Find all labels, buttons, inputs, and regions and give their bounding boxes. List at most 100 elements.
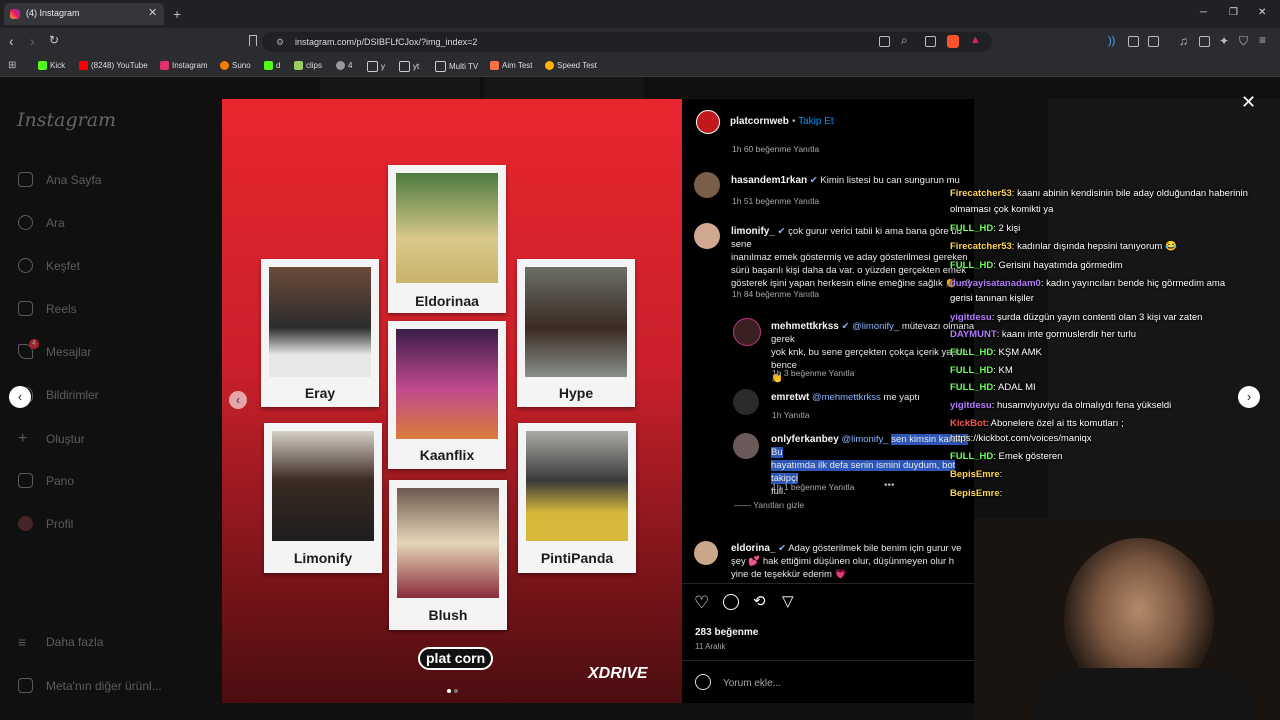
music-icon[interactable]: ♫	[1179, 34, 1188, 48]
author-avatar[interactable]	[696, 110, 720, 134]
person-photo	[397, 488, 499, 598]
gear-icon	[336, 61, 345, 70]
person-photo	[396, 329, 498, 439]
chat-message: Firecatcher53: kaanı abinin kendisinin b…	[950, 188, 1248, 199]
bookmark-kick[interactable]: Kick	[38, 61, 65, 70]
comment-meta: 1h 51 beğenme Yanıtla	[732, 196, 820, 206]
screen-icon[interactable]	[879, 36, 890, 47]
likes-count[interactable]: 283 beğenme	[695, 627, 758, 638]
comment-meta: 1h Yanıtla	[772, 410, 810, 420]
rewards-icon[interactable]: ▲	[970, 34, 981, 46]
zoom-icon[interactable]: ⌕	[901, 33, 908, 48]
follow-button[interactable]: • Takip Et	[792, 116, 834, 127]
reload-icon[interactable]: ↻	[49, 33, 59, 47]
commenter-avatar[interactable]	[733, 389, 759, 415]
xdrive-logo: XDRIVE	[588, 665, 648, 682]
browser-tab-bar	[0, 0, 1280, 28]
bookmark-multitv[interactable]: Multi TV	[435, 61, 478, 72]
caption-meta: 1h 60 beğenme Yanıtla	[732, 144, 820, 154]
chat-message: BepisEmre:	[950, 469, 1003, 480]
bookmark-youtube[interactable]: (8248) YouTube	[79, 61, 148, 70]
comment-item: limonify_ ✔ çok gurur verici tabii ki am…	[731, 226, 971, 289]
chat-message: FULL_HD: Emek gösteren	[950, 451, 1063, 462]
comment-options-icon[interactable]: •••	[884, 480, 895, 491]
share-post-icon[interactable]: ▽	[782, 592, 794, 610]
person-name: Kaanflix	[419, 447, 475, 463]
chat-message: yigitdesu: şurda düzgün yayın contenti o…	[950, 312, 1203, 323]
chat-message: DAYMUNT: kaanı inte gormuslerdir her tur…	[950, 329, 1137, 340]
apps-grid-icon[interactable]: ⊞	[8, 60, 16, 71]
commenter-avatar[interactable]	[694, 223, 720, 249]
wallet-icon[interactable]	[1199, 36, 1210, 47]
author-username[interactable]: platcornweb	[730, 116, 789, 127]
hide-replies-button[interactable]: —— Yanıtları gizle	[734, 500, 804, 510]
folder-icon	[435, 61, 446, 72]
verified-icon: ✔	[809, 175, 818, 186]
bookmark-page-icon[interactable]	[249, 35, 257, 46]
chat-message: yigitdesu: husamviyuviyu da olmalıydı fe…	[950, 400, 1172, 411]
tab-close-icon[interactable]: ✕	[148, 6, 157, 19]
minimize-icon[interactable]: ─	[1200, 7, 1207, 18]
url-text[interactable]: instagram.com/p/DSIBFLfCJox/?img_index=2	[295, 37, 477, 47]
comment-icon[interactable]	[723, 594, 739, 610]
share-icon[interactable]	[925, 36, 936, 47]
new-tab-button[interactable]: +	[173, 6, 181, 22]
bookmark-folder-yt[interactable]: yt	[399, 61, 419, 72]
bookmark-instagram[interactable]: Instagram	[160, 61, 208, 70]
site-info-icon[interactable]: ⚙	[276, 37, 284, 48]
platcorn-logo: plat corn	[418, 647, 494, 670]
polaroid-card: Blush	[389, 480, 507, 630]
commenter-avatar[interactable]	[694, 172, 720, 198]
chat-message: olmaması çok komikti ya	[950, 204, 1054, 215]
bookmark-clips[interactable]: clips	[294, 61, 322, 70]
vpn-icon[interactable]: ⛉	[1239, 34, 1248, 49]
repost-icon[interactable]: ⟲	[753, 592, 766, 610]
chat-message: FULL_HD: Gerisini hayatımda görmedim	[950, 260, 1123, 271]
bookmark-suno[interactable]: Suno	[220, 61, 251, 70]
post-date: 11 Aralık	[695, 642, 726, 651]
previous-post-button[interactable]: ‹	[9, 386, 31, 408]
youtube-icon	[79, 61, 88, 70]
bookmark-speedtest[interactable]: Speed Test	[545, 61, 597, 70]
maximize-icon[interactable]: ❐	[1229, 7, 1238, 18]
aimtest-icon	[490, 61, 499, 70]
person-photo	[396, 173, 498, 283]
comment-input[interactable]: Yorum ekle...	[723, 678, 781, 689]
sidebar-toggle-icon[interactable]	[1148, 36, 1159, 47]
commenter-avatar[interactable]	[694, 541, 718, 565]
polaroid-card: Eldorinaa	[388, 165, 506, 313]
speedtest-icon	[545, 61, 554, 70]
comments-panel: platcornweb • Takip Et ••• 1h 60 beğenme…	[682, 99, 974, 703]
person-name: PintiPanda	[540, 550, 614, 566]
bookmark-4[interactable]: 4	[336, 61, 352, 70]
bookmark-aimtest[interactable]: Aim Test	[490, 61, 533, 70]
verified-icon: ✔	[777, 226, 786, 237]
window-close-icon[interactable]: ✕	[1258, 7, 1266, 18]
person-photo	[526, 431, 628, 541]
extensions-icon[interactable]	[1128, 36, 1139, 47]
polaroid-card: PintiPanda	[518, 423, 636, 573]
like-icon[interactable]: ♡	[694, 593, 709, 613]
audio-icon[interactable]: ))	[1108, 35, 1115, 47]
chat-message: BepisEmre:	[950, 488, 1003, 499]
bookmark-d[interactable]: d	[264, 61, 280, 70]
comment-reply: emretwt @mehmettkrkss me yaptı	[771, 392, 920, 403]
forward-icon[interactable]: ›	[30, 33, 35, 49]
carousel-prev-icon[interactable]: ‹	[229, 391, 247, 409]
webcam-overlay	[974, 518, 1280, 720]
emoji-icon[interactable]	[695, 674, 711, 690]
person-photo	[525, 267, 627, 377]
comment-meta: 1h 84 beğenme Yanıtla	[732, 289, 820, 299]
menu-icon[interactable]: ≡	[1259, 33, 1266, 47]
back-icon[interactable]: ‹	[9, 33, 14, 49]
commenter-avatar[interactable]	[733, 433, 759, 459]
bookmark-folder-y[interactable]: y	[367, 61, 385, 72]
brave-shield-icon[interactable]	[947, 35, 959, 48]
commenter-avatar[interactable]	[733, 318, 761, 346]
polaroid-card: Hype	[517, 259, 635, 407]
suno-icon	[220, 61, 229, 70]
carousel-dot	[447, 689, 451, 693]
close-modal-icon[interactable]: ✕	[1241, 92, 1256, 113]
ai-icon[interactable]: ✦	[1219, 34, 1229, 48]
person-name: Hype	[558, 385, 594, 401]
